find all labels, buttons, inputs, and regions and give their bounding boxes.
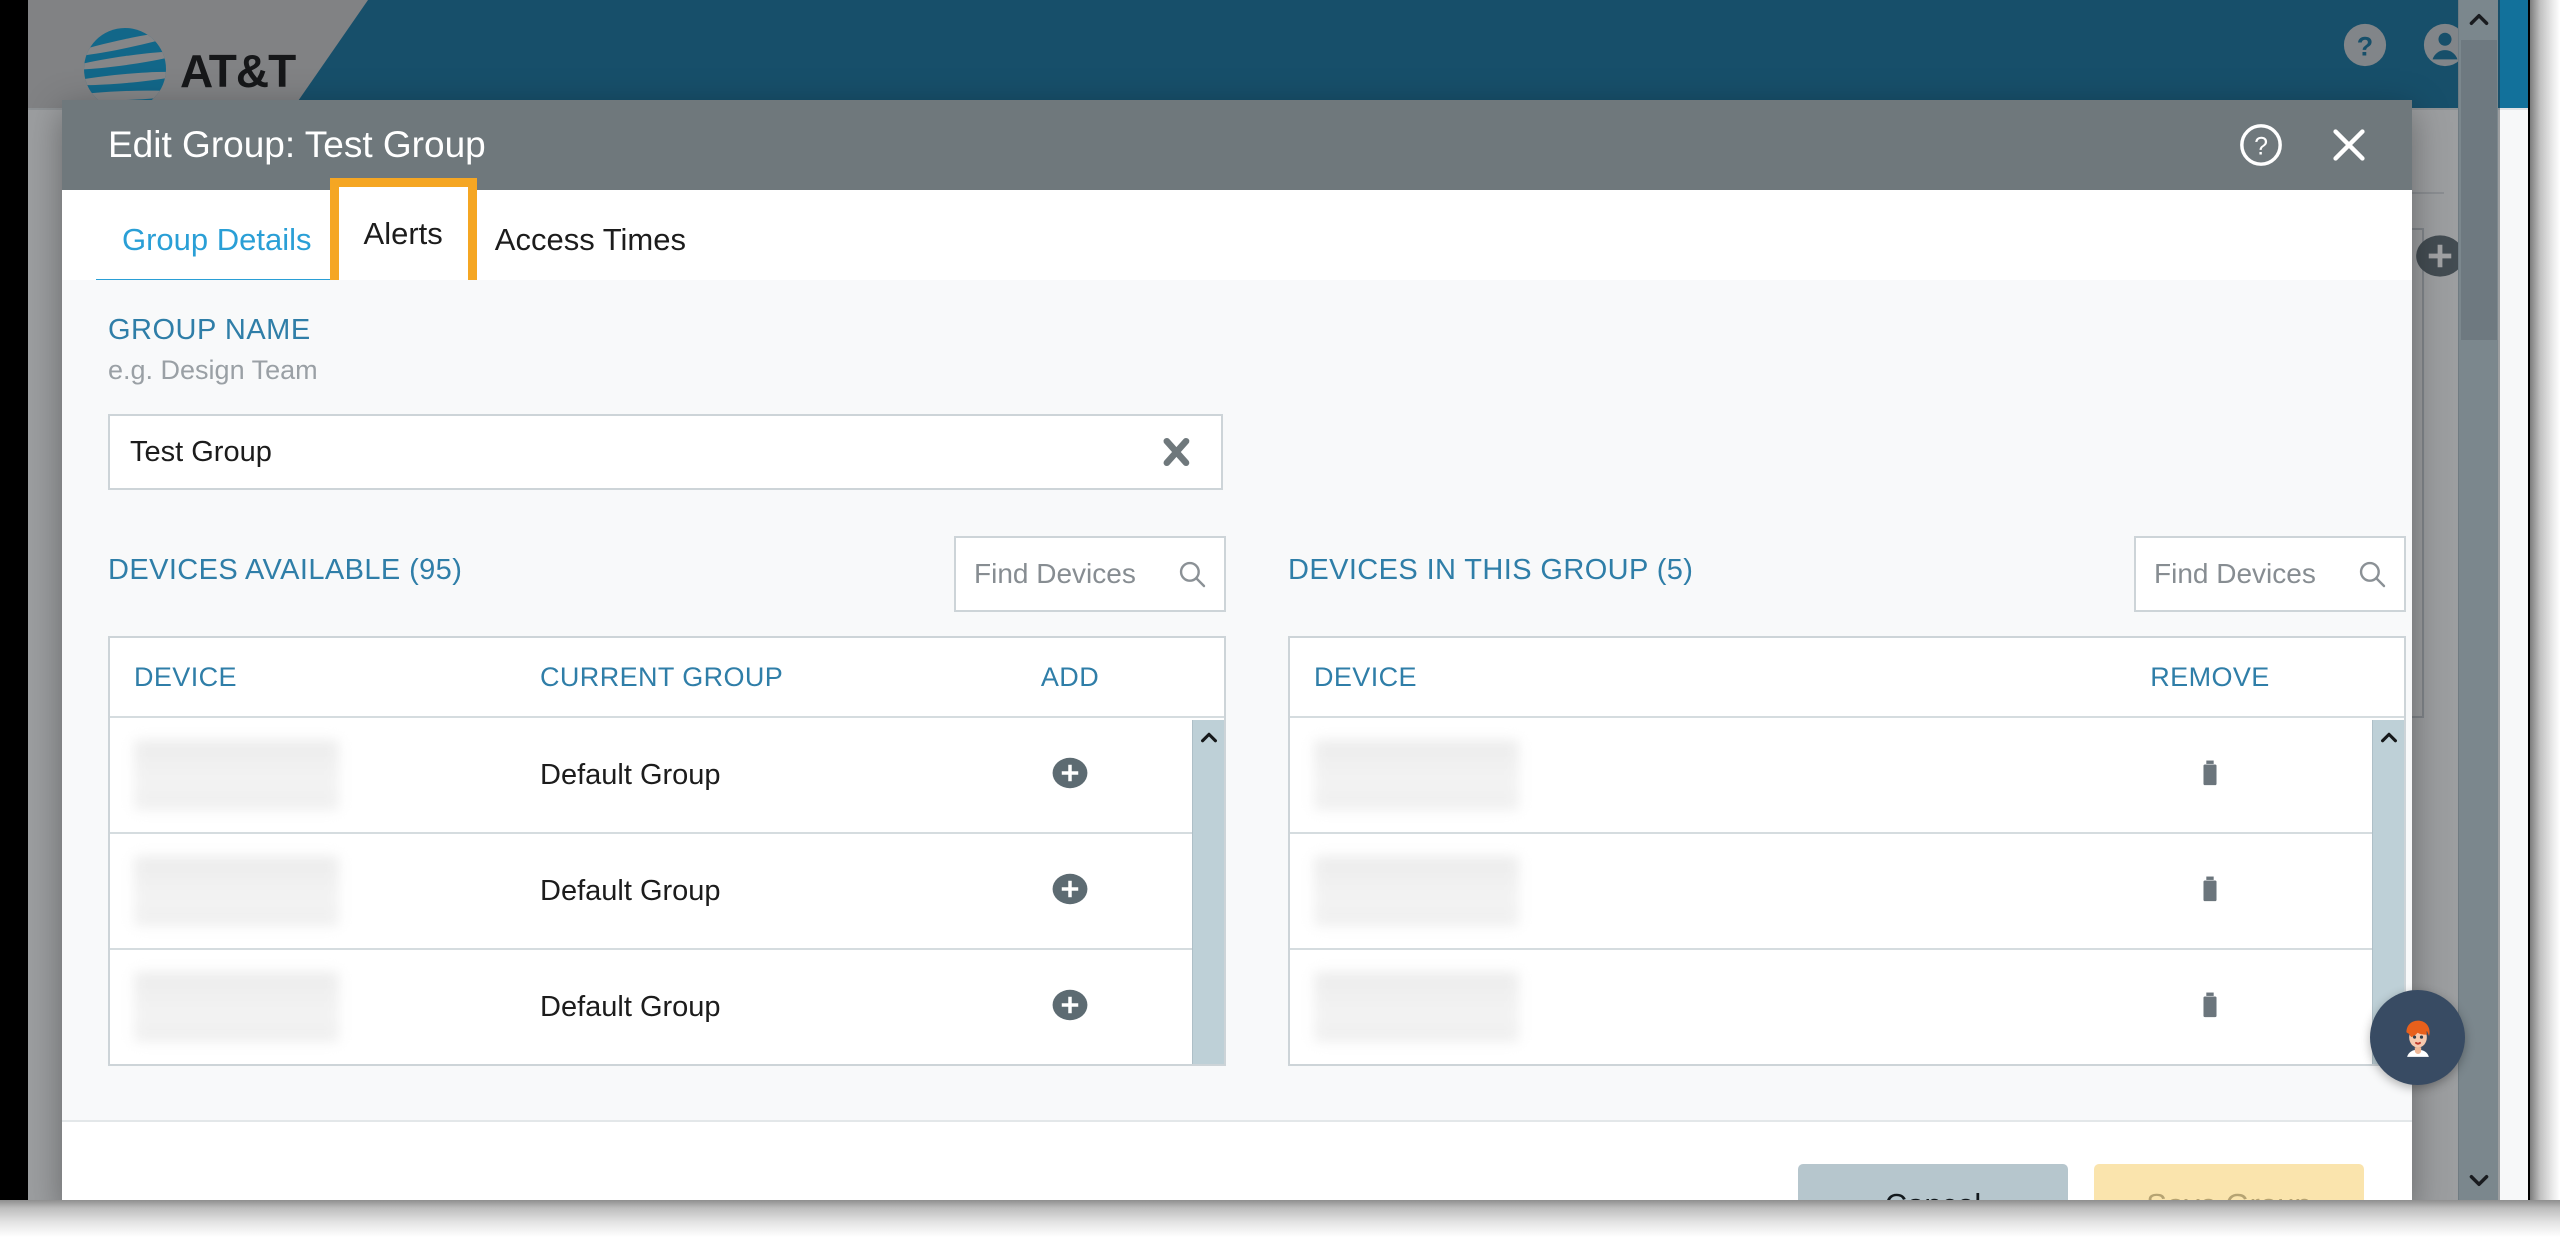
column-header-add: ADD <box>1040 661 1100 692</box>
group-search-box[interactable] <box>2134 536 2406 612</box>
current-group-value: Default Group <box>540 758 721 791</box>
plus-circle-icon[interactable] <box>1051 754 1089 797</box>
plus-circle-icon[interactable] <box>1051 870 1089 913</box>
search-icon[interactable] <box>1176 558 1208 590</box>
remove-device-button[interactable] <box>2050 756 2370 795</box>
modal-content: GROUP NAME e.g. Design Team DEVICES AVAI… <box>62 280 2412 1120</box>
add-device-button[interactable] <box>960 754 1180 797</box>
help-circle-icon[interactable]: ? <box>2238 122 2284 168</box>
remove-device-button[interactable] <box>2050 872 2370 911</box>
save-group-button[interactable]: Save Group <box>2094 1164 2364 1205</box>
devices-available-table: DEVICE CURRENT GROUP ADD Default Group D… <box>108 636 1226 1066</box>
window-right-shadow <box>2530 0 2560 1210</box>
available-table-scrollbar[interactable] <box>1192 720 1224 1064</box>
svg-text:?: ? <box>2254 133 2268 161</box>
table-row[interactable]: Default Group <box>110 950 1224 1064</box>
modal-footer: Cancel Save Group <box>62 1120 2412 1205</box>
tab-group-details[interactable]: Group Details <box>96 222 338 286</box>
trash-icon[interactable] <box>2193 756 2227 795</box>
screen-root: AT&T ? G <box>0 0 2560 1237</box>
add-device-button[interactable] <box>960 870 1180 913</box>
table-row[interactable]: Default Group <box>110 718 1224 834</box>
tab-label: Group Details <box>122 222 312 257</box>
chevron-up-icon[interactable] <box>1193 724 1224 752</box>
device-name-redacted <box>1290 856 2050 926</box>
table-row[interactable] <box>1290 834 2404 950</box>
device-name-redacted <box>1290 740 2050 810</box>
available-search-box[interactable] <box>954 536 1226 612</box>
close-x-icon[interactable] <box>2326 122 2372 168</box>
search-input[interactable] <box>2136 538 2336 610</box>
trash-icon[interactable] <box>2193 872 2227 911</box>
devices-in-group-table: DEVICE REMOVE <box>1288 636 2406 1066</box>
panel-header: DEVICES AVAILABLE (95) <box>108 536 1226 618</box>
footer-actions: Cancel Save Group <box>1798 1164 2364 1205</box>
table-body: Default Group Default Group Default Grou… <box>110 718 1224 1064</box>
column-header-device: DEVICE <box>134 661 237 692</box>
tab-access-times[interactable]: Access Times <box>469 222 712 280</box>
current-group-value: Default Group <box>540 990 721 1023</box>
devices-in-group-title: DEVICES IN THIS GROUP (5) <box>1288 554 1694 586</box>
group-name-input[interactable] <box>110 416 1070 488</box>
add-device-button[interactable] <box>960 986 1180 1029</box>
panel-header: DEVICES IN THIS GROUP (5) <box>1288 536 2406 618</box>
table-row[interactable]: Default Group <box>110 834 1224 950</box>
remove-device-button[interactable] <box>2050 988 2370 1027</box>
devices-available-panel: DEVICES AVAILABLE (95) Find Devices DEVI… <box>108 536 1226 1066</box>
devices-available-title: DEVICES AVAILABLE (95) <box>108 554 463 586</box>
table-body <box>1290 718 2404 1064</box>
tab-alerts[interactable]: Alerts <box>329 178 477 296</box>
clear-x-icon[interactable] <box>1159 435 1193 469</box>
device-name-redacted <box>110 740 540 810</box>
modal-header: Edit Group: Test Group ? <box>62 100 2412 190</box>
chevron-up-icon[interactable] <box>2373 724 2404 752</box>
device-name-redacted <box>110 972 540 1042</box>
edit-group-modal: Edit Group: Test Group ? Group Details A… <box>62 100 2412 1205</box>
column-header-device: DEVICE <box>1314 661 1417 692</box>
search-icon[interactable] <box>2356 558 2388 590</box>
modal-title: Edit Group: Test Group <box>108 124 486 165</box>
table-header-row: DEVICE REMOVE <box>1290 638 2404 718</box>
support-agent-avatar-icon[interactable] <box>2370 990 2465 1085</box>
device-name-redacted <box>110 856 540 926</box>
window-bottom-shadow <box>0 1200 2560 1237</box>
tab-label: Access Times <box>494 222 686 257</box>
group-name-field[interactable] <box>108 414 1223 490</box>
trash-icon[interactable] <box>2193 988 2227 1027</box>
modal-tabbar: Group Details Alerts Access Times <box>62 178 2412 296</box>
devices-in-group-panel: DEVICES IN THIS GROUP (5) Find Devices D… <box>1288 536 2406 1066</box>
table-row[interactable] <box>1290 718 2404 834</box>
search-input[interactable] <box>956 538 1156 610</box>
plus-circle-icon[interactable] <box>1051 986 1089 1029</box>
column-header-current-group: CURRENT GROUP <box>540 661 784 692</box>
tab-label: Alerts <box>363 216 443 251</box>
table-row[interactable] <box>1290 950 2404 1064</box>
group-name-label: GROUP NAME <box>108 314 311 346</box>
table-header-row: DEVICE CURRENT GROUP ADD <box>110 638 1224 718</box>
column-header-remove: REMOVE <box>2150 661 2270 692</box>
current-group-value: Default Group <box>540 874 721 907</box>
modal-header-actions: ? <box>2238 122 2372 168</box>
group-name-hint: e.g. Design Team <box>108 355 318 385</box>
device-transfer-panels: DEVICES AVAILABLE (95) Find Devices DEVI… <box>108 536 2406 1066</box>
device-name-redacted <box>1290 972 2050 1042</box>
cancel-button[interactable]: Cancel <box>1798 1164 2068 1205</box>
